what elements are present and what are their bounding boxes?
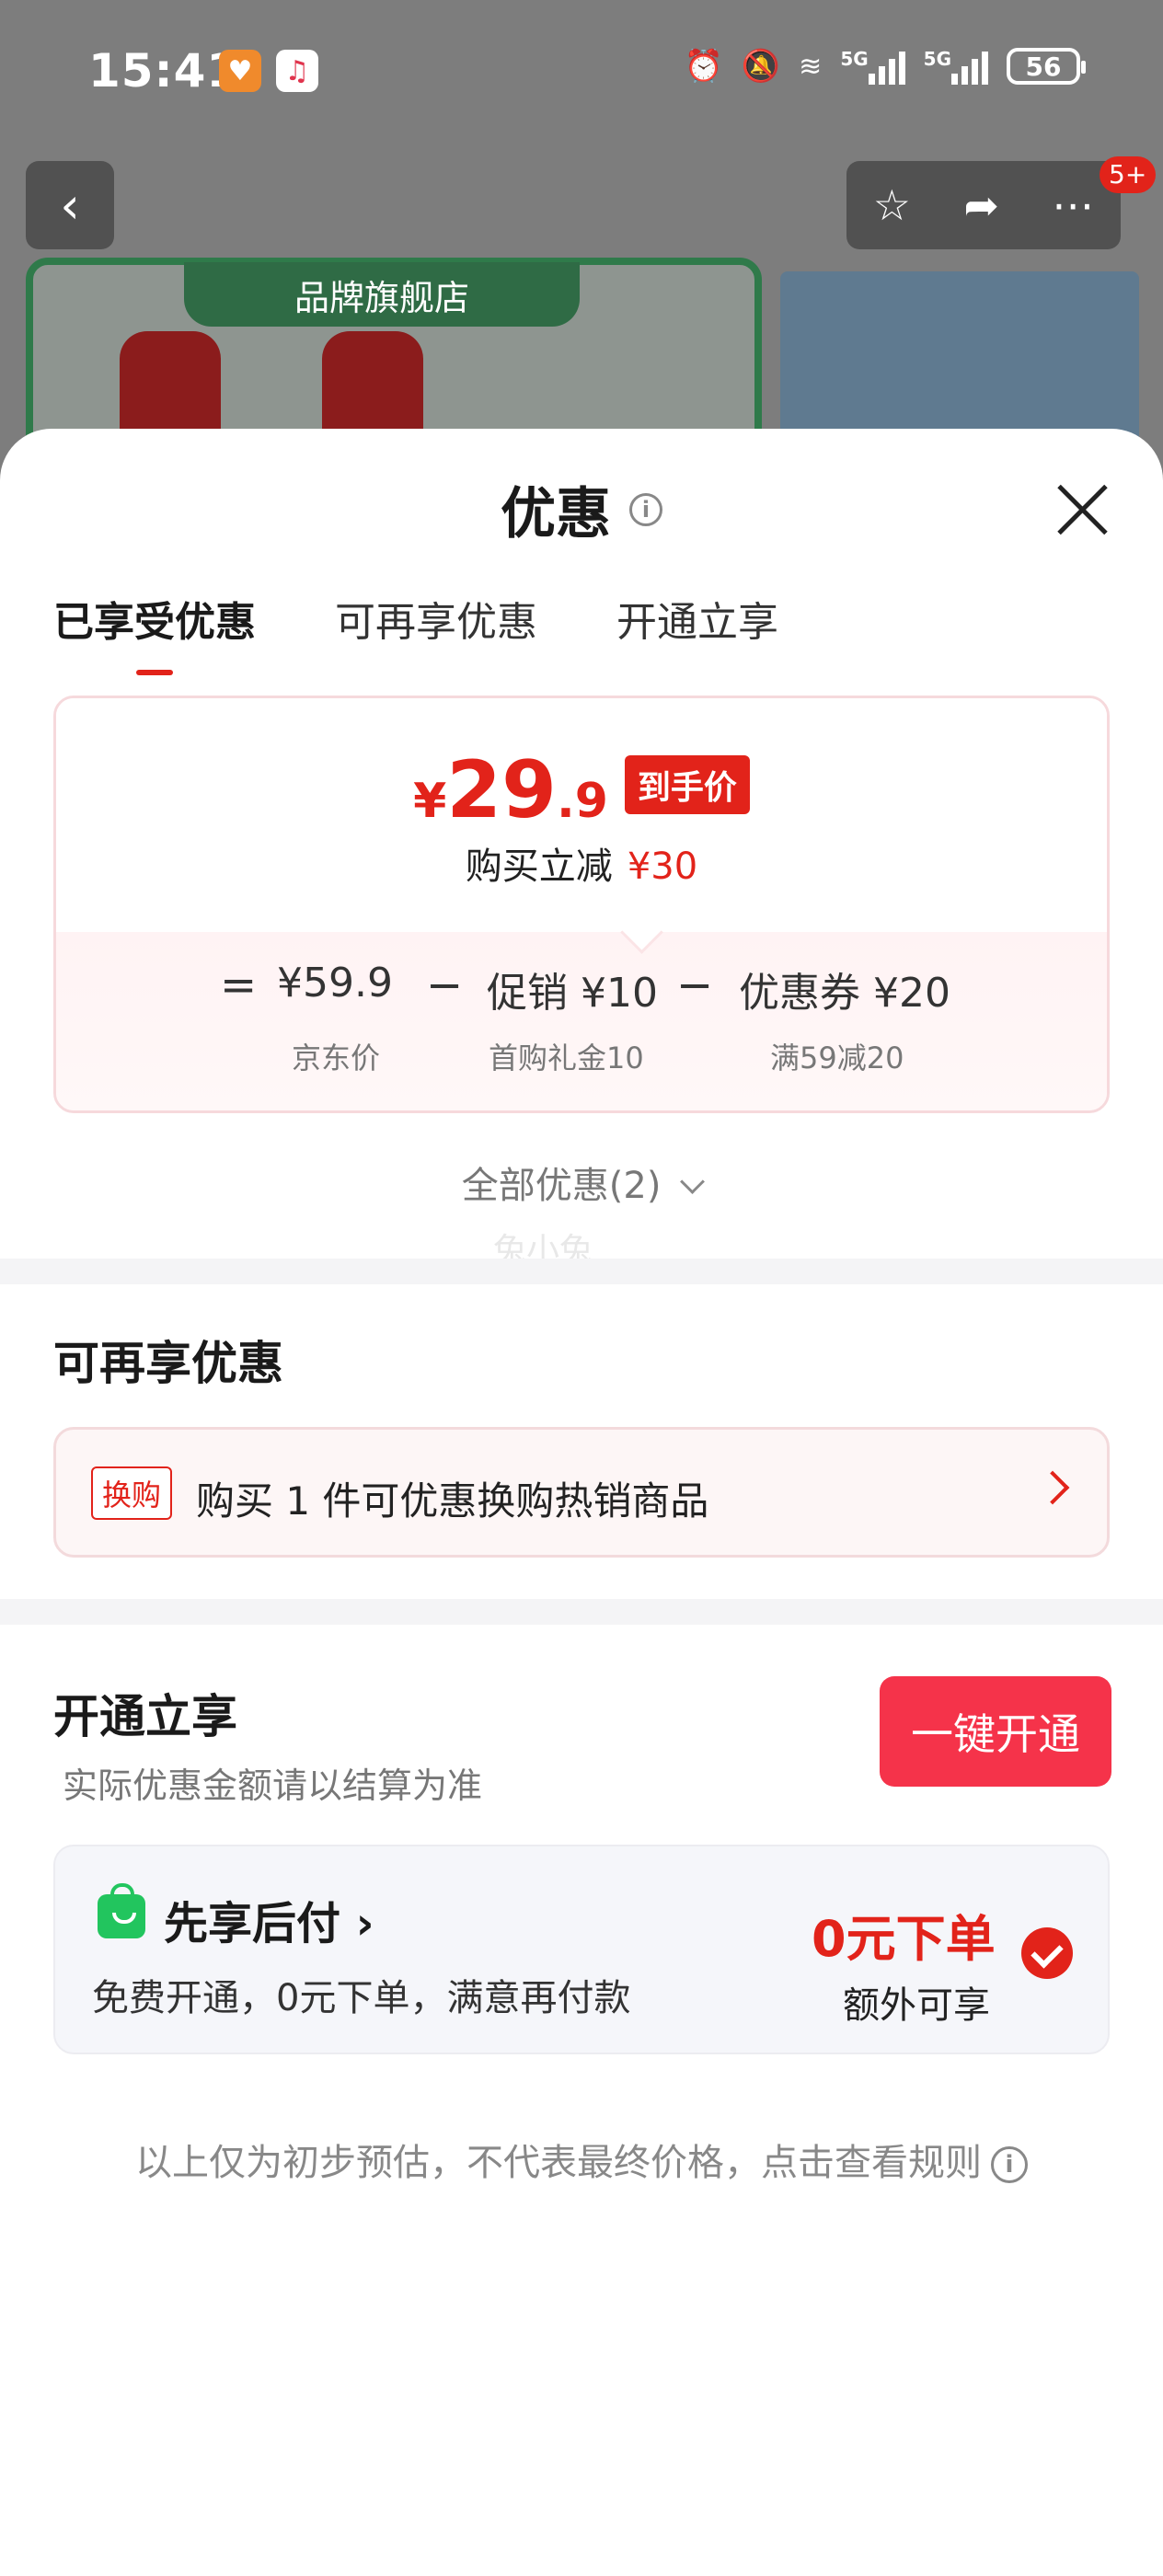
swap-tag: 换购 <box>91 1466 173 1520</box>
swap-offer-row[interactable]: 换购 购买 1 件可优惠换购热销商品 <box>53 1427 1110 1558</box>
jd-price-label: 京东价 <box>292 1041 381 1075</box>
promo-label: 首购礼金10 <box>489 1041 644 1075</box>
one-click-open-button[interactable]: 一键开通 <box>880 1676 1111 1787</box>
offer-tabs: 已享受优惠 可再享优惠 开通立享 <box>53 589 778 675</box>
status-icons: ⏰ 🔕 ≋ 5G 5G 56 <box>684 48 1086 85</box>
zero-order-highlight: 0元下单 <box>812 1910 996 1968</box>
price-breakdown: = ¥59.9 − 促销 ¥10 − 优惠券 ¥20 <box>56 960 1107 1033</box>
pay-later-card[interactable]: 先享后付 › 免费开通，0元下单，满意再付款 0元下单 额外可享 <box>53 1845 1110 2054</box>
instant-reduction: 购买立减 ¥30 <box>465 845 698 888</box>
header-actions: ☆ ➦ ⋯ <box>846 161 1121 249</box>
coupon-label: 满59减20 <box>770 1041 904 1075</box>
alarm-icon: ⏰ <box>684 48 723 85</box>
chevron-right-icon: › <box>355 1898 374 1949</box>
section-divider <box>0 1599 1163 1625</box>
battery-icon: 56 <box>1007 48 1086 85</box>
tab-open-enjoy[interactable]: 开通立享 <box>616 589 778 648</box>
chevron-down-icon <box>680 1169 706 1194</box>
price-card: ¥ 29 .9 到手价 购买立减 ¥30 = ¥59.9 − 促销 ¥10 − 优… <box>53 696 1110 1113</box>
extra-benefit-label: 额外可享 <box>843 1984 990 2027</box>
sheet-title: 优惠 i <box>0 469 1163 549</box>
message-badge: 5+ <box>1100 156 1157 193</box>
more-offers-title: 可再享优惠 <box>53 1337 283 1390</box>
status-time: 15:41 <box>88 44 240 98</box>
wifi-icon: ≋ <box>799 50 823 83</box>
checkbox-checked-icon[interactable] <box>1021 1927 1073 1979</box>
equals-sign: = <box>220 960 258 1011</box>
signal-icon-2: 5G <box>924 48 988 85</box>
more-icon[interactable]: ⋯ <box>1052 180 1094 230</box>
shopping-bag-icon <box>98 1883 145 1938</box>
final-price: ¥ 29 .9 到手价 <box>56 744 1107 836</box>
tab-more-offers[interactable]: 可再享优惠 <box>335 589 537 648</box>
health-app-icon: ♥ <box>219 50 261 92</box>
pay-later-title[interactable]: 先享后付 › <box>164 1887 374 1951</box>
music-app-icon: ♫ <box>276 50 318 92</box>
chevron-right-icon <box>1035 1470 1070 1505</box>
favorite-icon[interactable]: ☆ <box>873 180 911 230</box>
status-bar: 15:41 ♥ ♫ ⏰ 🔕 ≋ 5G 5G 56 <box>0 0 1163 147</box>
minus-sign: − <box>426 960 464 1011</box>
open-enjoy-title: 开通立享 <box>53 1690 237 1743</box>
rules-note[interactable]: 以上仅为初步预估，不代表最终价格，点击查看规则 i <box>0 2133 1163 2186</box>
mute-icon: 🔕 <box>741 48 781 85</box>
back-button[interactable]: ‹ <box>26 161 114 249</box>
final-price-tag: 到手价 <box>624 755 750 814</box>
pay-later-desc: 免费开通，0元下单，满意再付款 <box>92 1977 631 2019</box>
open-enjoy-subtitle: 实际优惠金额请以结算为准 <box>63 1765 483 1806</box>
info-icon: i <box>991 2146 1028 2183</box>
jd-price: ¥59.9 <box>277 960 393 1006</box>
section-divider <box>0 1259 1163 1284</box>
minus-sign: − <box>676 960 714 1011</box>
signal-icon-1: 5G <box>840 48 905 85</box>
promo-discount: 促销 ¥10 <box>487 970 658 1017</box>
swap-text: 购买 1 件可优惠换购热销商品 <box>196 1478 709 1524</box>
tab-enjoyed[interactable]: 已享受优惠 <box>53 589 256 675</box>
brand-banner: 品牌旗舰店 <box>184 262 580 327</box>
info-icon[interactable]: i <box>629 492 662 526</box>
all-offers-toggle[interactable]: 全部优惠(2) <box>0 1156 1163 1209</box>
close-icon[interactable] <box>1049 477 1115 543</box>
share-icon[interactable]: ➦ <box>963 180 999 230</box>
coupon-discount: 优惠券 ¥20 <box>739 970 950 1017</box>
